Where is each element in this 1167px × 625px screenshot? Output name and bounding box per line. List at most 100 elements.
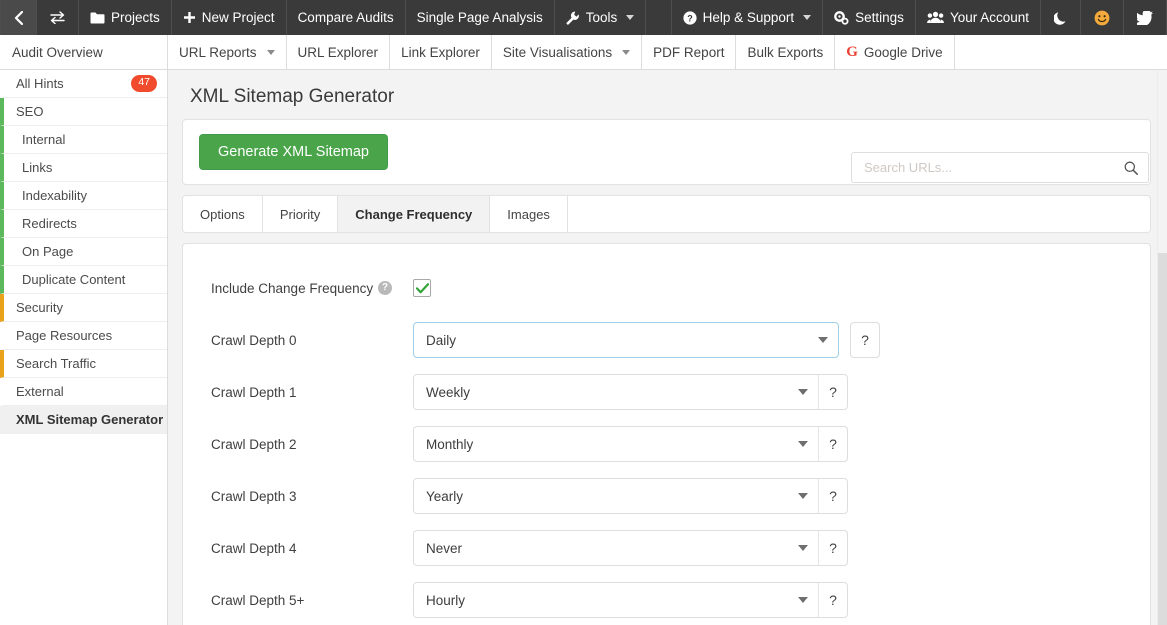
topbar-item-new-project[interactable]: New Project	[172, 0, 287, 35]
topbar-item-help-support[interactable]: ? Help & Support	[672, 0, 824, 35]
tab-images[interactable]: Images	[490, 196, 568, 232]
crawl-depth-0-row: Crawl Depth 0 Daily ?	[199, 314, 1134, 366]
dark-mode-toggle[interactable]	[1041, 0, 1081, 35]
chevron-down-icon	[622, 49, 631, 55]
sidebar-item-duplicate-content[interactable]: Duplicate Content	[0, 266, 167, 294]
tab-options[interactable]: Options	[183, 196, 263, 232]
crawl-depth-4-label: Crawl Depth 4	[211, 540, 297, 556]
crawl-depth-4-select[interactable]: Never	[413, 530, 819, 566]
subnav-item-pdf-report[interactable]: PDF Report	[642, 35, 737, 69]
sidebar-item-internal[interactable]: Internal	[0, 126, 167, 154]
topbar-label: Help & Support	[702, 10, 795, 25]
topbar-item-your-account[interactable]: Your Account	[916, 0, 1041, 35]
sidebar-item-seo[interactable]: SEO	[0, 98, 167, 126]
sidebar-item-all-hints[interactable]: All Hints 47	[0, 70, 167, 98]
subnav-label: Link Explorer	[401, 44, 480, 60]
subnav-item-google-drive[interactable]: G Google Drive	[835, 35, 955, 69]
crawl-depth-3-select[interactable]: Yearly	[413, 478, 819, 514]
sidebar-item-external[interactable]: External	[0, 378, 167, 406]
exchange-arrows-icon	[50, 11, 65, 24]
tab-change-frequency[interactable]: Change Frequency	[338, 196, 491, 232]
main-scrollbar-track[interactable]	[1157, 70, 1167, 625]
crawl-depth-3-help-button[interactable]: ?	[818, 478, 848, 514]
topbar-item-single-page-analysis[interactable]: Single Page Analysis	[406, 0, 555, 35]
sidebar-item-label: Links	[22, 160, 53, 175]
subnav-item-site-visualisations[interactable]: Site Visualisations	[492, 35, 643, 69]
crawl-depth-5-plus-help-button[interactable]: ?	[818, 582, 848, 618]
sidebar-item-label: External	[16, 384, 64, 399]
include-change-frequency-checkbox[interactable]	[413, 279, 431, 297]
crawl-depth-0-help-button[interactable]: ?	[850, 322, 880, 358]
sidebar-item-label: Redirects	[22, 216, 77, 231]
emoji-feedback-button[interactable]	[1081, 0, 1124, 35]
tab-label: Priority	[279, 206, 321, 222]
crawl-depth-1-help-button[interactable]: ?	[818, 374, 848, 410]
crawl-depth-3-row: Crawl Depth 3 Yearly ?	[199, 470, 1134, 522]
twitter-link[interactable]	[1124, 0, 1167, 35]
crawl-depth-2-help-button[interactable]: ?	[818, 426, 848, 462]
crawl-depth-5-plus-row: Crawl Depth 5+ Hourly ?	[199, 574, 1134, 625]
crawl-depth-3-label: Crawl Depth 3	[211, 488, 297, 504]
include-change-frequency-label: Include Change Frequency	[211, 280, 374, 296]
switch-project-button[interactable]	[37, 0, 79, 35]
crawl-depth-1-value: Weekly	[426, 384, 471, 400]
crawl-depth-1-row: Crawl Depth 1 Weekly ?	[199, 366, 1134, 418]
change-frequency-form: Include Change Frequency ? Crawl Depth 0…	[182, 243, 1151, 625]
topbar-item-settings[interactable]: Settings	[823, 0, 916, 35]
chevron-down-icon	[798, 493, 808, 499]
crawl-depth-5-plus-label: Crawl Depth 5+	[211, 592, 305, 608]
main-scrollbar-thumb[interactable]	[1158, 253, 1167, 625]
crawl-depth-2-value: Monthly	[426, 436, 474, 452]
crawl-depth-5-plus-select[interactable]: Hourly	[413, 582, 819, 618]
search-icon[interactable]	[1124, 161, 1138, 175]
chevron-left-icon	[14, 10, 23, 25]
tab-bar-filler	[568, 196, 1150, 232]
sidebar-item-label: XML Sitemap Generator	[16, 412, 164, 427]
crawl-depth-4-help-button[interactable]: ?	[818, 530, 848, 566]
main-content-area: XML Sitemap Generator Generate XML Sitem…	[168, 70, 1167, 625]
generate-xml-sitemap-button[interactable]: Generate XML Sitemap	[199, 134, 388, 170]
crawl-depth-2-select[interactable]: Monthly	[413, 426, 819, 462]
topbar-label: Single Page Analysis	[416, 10, 543, 25]
topbar-item-compare-audits[interactable]: Compare Audits	[287, 0, 406, 35]
subnav-label: Bulk Exports	[747, 44, 824, 60]
subnav-item-link-explorer[interactable]: Link Explorer	[390, 35, 492, 69]
crawl-depth-5-plus-value: Hourly	[426, 592, 466, 608]
question-circle-icon: ?	[682, 10, 697, 25]
sidebar-item-label: Indexability	[22, 188, 88, 203]
crawl-depth-2-label: Crawl Depth 2	[211, 436, 297, 452]
sidebar-item-redirects[interactable]: Redirects	[0, 210, 167, 238]
subnav-label: URL Explorer	[297, 44, 379, 60]
crawl-depth-0-select[interactable]: Daily	[413, 322, 839, 358]
sidebar-item-xml-sitemap-generator[interactable]: XML Sitemap Generator	[0, 406, 167, 434]
subnav-item-url-explorer[interactable]: URL Explorer	[287, 35, 391, 69]
secondary-navigation-bar: Audit Overview URL Reports URL Explorer …	[0, 35, 1167, 70]
sidebar-item-links[interactable]: Links	[0, 154, 167, 182]
crawl-depth-0-value: Daily	[426, 332, 457, 348]
search-url-box[interactable]	[851, 152, 1149, 183]
sidebar-item-label: On Page	[22, 244, 74, 259]
sidebar-item-security[interactable]: Security	[0, 294, 167, 322]
page-title: XML Sitemap Generator	[190, 86, 395, 107]
back-button[interactable]	[0, 0, 37, 35]
google-g-icon: G	[846, 43, 858, 60]
sidebar-item-search-traffic[interactable]: Search Traffic	[0, 350, 167, 378]
crawl-depth-1-select[interactable]: Weekly	[413, 374, 819, 410]
sidebar-item-label: Duplicate Content	[22, 272, 126, 287]
subnav-item-url-reports[interactable]: URL Reports	[168, 35, 287, 69]
sidebar-navigation: All Hints 47 SEO Internal Links Indexabi…	[0, 70, 168, 625]
sidebar-item-page-resources[interactable]: Page Resources	[0, 322, 167, 350]
moon-icon	[1054, 11, 1067, 25]
sidebar-item-indexability[interactable]: Indexability	[0, 182, 167, 210]
question-circle-icon[interactable]: ?	[378, 281, 393, 295]
sidebar-item-on-page[interactable]: On Page	[0, 238, 167, 266]
search-input[interactable]	[862, 159, 1124, 176]
include-change-frequency-row: Include Change Frequency ?	[199, 262, 1134, 314]
plus-icon	[183, 11, 196, 24]
topbar-label: Settings	[855, 10, 904, 25]
tab-priority[interactable]: Priority	[262, 196, 339, 232]
chevron-down-icon	[803, 15, 812, 20]
subnav-item-bulk-exports[interactable]: Bulk Exports	[736, 35, 836, 69]
topbar-item-projects[interactable]: Projects	[79, 0, 172, 35]
topbar-item-tools[interactable]: Tools	[555, 0, 647, 35]
